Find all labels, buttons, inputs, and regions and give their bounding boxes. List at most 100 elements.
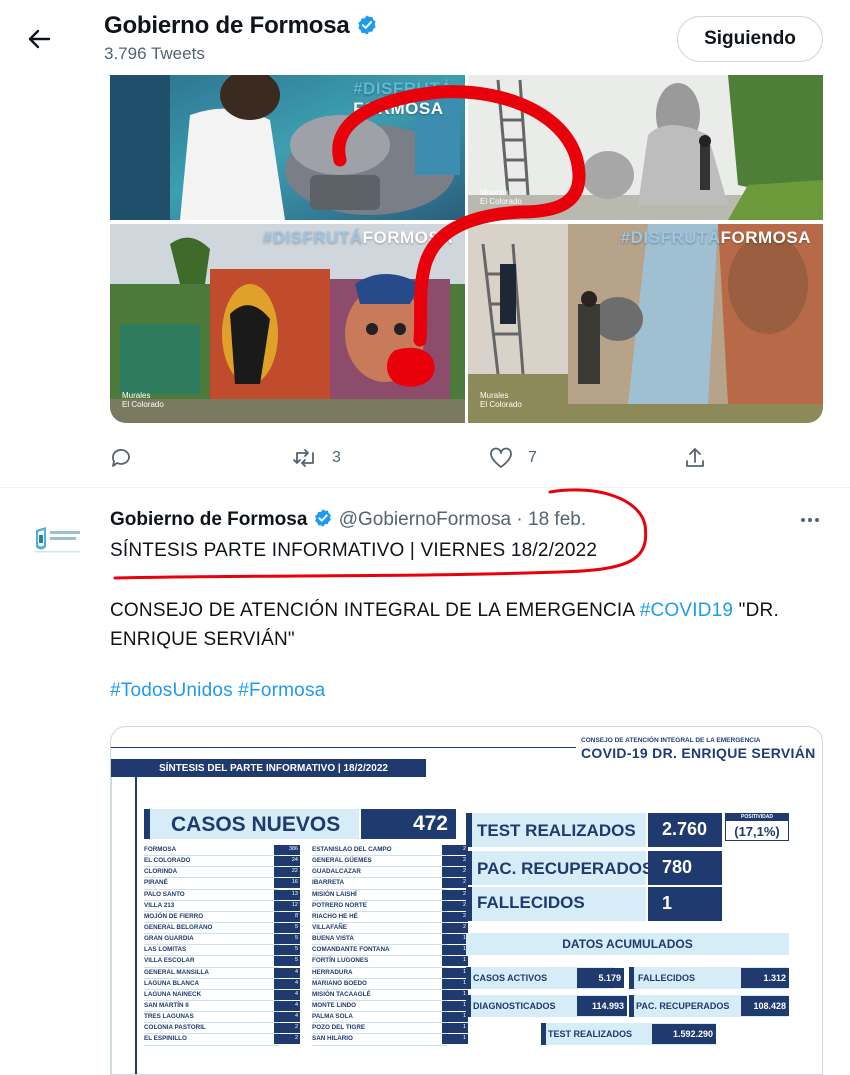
locality-count: 5	[274, 945, 300, 956]
locality-count: 2	[442, 856, 468, 867]
media-photo-1[interactable]: #DISFRUTÁ FORMOSA	[110, 75, 465, 220]
locality-count: 386	[274, 845, 300, 855]
tweet-image-card[interactable]: CONSEJO DE ATENCIÓN INTEGRAL DE LA EMERG…	[110, 726, 823, 1075]
tweet-date[interactable]: 18 feb.	[528, 509, 586, 530]
locality-count: 1	[442, 1034, 468, 1045]
tweet-divider	[0, 487, 850, 488]
accumulated-title: DATOS ACUMULADOS	[466, 933, 789, 955]
locality-name: SAN HILARIO	[312, 1035, 353, 1043]
media-photo-3[interactable]: #DISFRUTÁFORMOSA Murales El Colorado	[110, 224, 465, 423]
council-title: CONSEJO DE ATENCIÓN INTEGRAL DE LA EMERG…	[581, 737, 761, 744]
media-tag: #DISFRUTÁFORMOSA	[262, 228, 453, 247]
locality-name: MOJÓN DE FIERRO	[144, 912, 204, 920]
share-button[interactable]	[683, 440, 707, 476]
avatar[interactable]	[26, 520, 88, 562]
locality-count: 24	[274, 856, 300, 867]
locality-name: IBARRETA	[312, 879, 345, 887]
retweet-count: 3	[332, 449, 341, 466]
locality-name: COLONIA PASTORIL	[144, 1024, 206, 1032]
locality-count: 1	[442, 1000, 468, 1011]
verified-badge-icon	[315, 509, 332, 527]
localities-table: FORMOSA 386 ESTANISLAO DEL CAMPO 2 EL COLORA…	[144, 845, 468, 1046]
media-photo-2[interactable]: Murales El Colorado	[468, 75, 823, 220]
share-icon	[686, 448, 704, 467]
locality-name: GENERAL BELGRANO	[144, 923, 213, 931]
locality-count: 1	[442, 945, 468, 956]
locality-count: 4	[274, 978, 300, 989]
locality-count: 16	[274, 878, 300, 889]
locality-count: 4	[274, 1000, 300, 1011]
acc-tests-value: 1.592.290	[652, 1024, 716, 1044]
more-options-button[interactable]	[795, 508, 825, 532]
locality-row: SAN MARTÍN II 4 MONTE LINDO 1	[144, 1000, 468, 1013]
locality-count: 5	[274, 956, 300, 967]
locality-name: LAGUNA NAINECK	[144, 990, 202, 998]
locality-count: 1	[442, 956, 468, 967]
author-handle[interactable]: @GobiernoFormosa	[339, 509, 511, 530]
locality-name: MISIÓN LAISHÍ	[312, 890, 357, 898]
locality-row: GENERAL MANSILLA 4 HERRADURA 1	[144, 967, 468, 979]
locality-name: HERRADURA	[312, 968, 353, 976]
retweet-button[interactable]: 3	[292, 440, 341, 476]
card-border-line	[111, 777, 112, 1074]
locality-name: GRAN GUARDIA	[144, 935, 194, 943]
locality-name: MARIANO BOEDO	[312, 979, 367, 987]
locality-name: GENERAL GÜEMES	[312, 857, 372, 865]
locality-name: COMANDANTE FONTANA	[312, 946, 390, 954]
tweet-actions: 3 7	[0, 440, 850, 480]
tweet-body: CONSEJO DE ATENCIÓN INTEGRAL DE LA EMERG…	[110, 600, 779, 650]
back-button[interactable]	[24, 24, 54, 54]
locality-name: SAN MARTÍN II	[144, 1001, 189, 1009]
locality-name: GUADALCAZAR	[312, 868, 361, 876]
hashtag-covid19[interactable]: #COVID19	[640, 600, 733, 621]
locality-count: 2	[442, 845, 468, 855]
locality-count: 2	[442, 889, 468, 900]
locality-row: FORMOSA 386 ESTANISLAO DEL CAMPO 2	[144, 845, 468, 857]
locality-count: 2	[274, 1023, 300, 1034]
tweet-author-line: Gobierno de Formosa @GobiernoFormosa · 1…	[110, 508, 586, 531]
locality-name: ESTANISLAO DEL CAMPO	[312, 846, 392, 853]
tweet-hashtags[interactable]: #TodosUnidos #Formosa	[110, 680, 325, 702]
locality-count: 1	[442, 934, 468, 945]
tests-label: TEST REALIZADOS	[477, 821, 636, 840]
locality-count: 2	[442, 900, 468, 911]
locality-name: EL ESPINILLO	[144, 1035, 187, 1043]
locality-row: LAGUNA BLANCA 4 MARIANO BOEDO 1	[144, 978, 468, 990]
acc-recovered-value: 108.428	[741, 996, 789, 1016]
locality-name: LAS LOMITAS	[144, 946, 187, 954]
locality-name: PALMA SOLA	[312, 1013, 353, 1021]
arrow-left-icon	[28, 29, 51, 49]
retweet-icon	[293, 449, 314, 467]
locality-count: 2	[442, 867, 468, 878]
following-button[interactable]: Siguiendo	[677, 16, 823, 62]
like-button[interactable]: 7	[488, 440, 537, 476]
acc-deaths-label: FALLECIDOS	[638, 973, 696, 983]
media-tag: #DISFRUTÁFORMOSA	[353, 79, 453, 118]
tweet-headline: SÍNTESIS PARTE INFORMATIVO | VIERNES 18/…	[110, 540, 598, 561]
locality-row: TRES LAGUNAS 4 PALMA SOLA 1	[144, 1012, 468, 1024]
locality-name: FORMOSA	[144, 846, 177, 853]
locality-row: PIRANÉ 16 IBARRETA 2	[144, 878, 468, 890]
synthesis-bar: SÍNTESIS DEL PARTE INFORMATIVO | 18/2/20…	[111, 759, 426, 777]
acc-deaths-value: 1.312	[741, 968, 789, 988]
locality-row: LAGUNA NAINECK 4 MISIÓN TACAAGLÉ 1	[144, 989, 468, 1001]
locality-name: CLORINDA	[144, 868, 178, 876]
deaths-label: FALLECIDOS	[477, 893, 585, 912]
locality-count: 4	[274, 989, 300, 1000]
locality-name: PIRANÉ	[144, 879, 168, 887]
locality-count: 2	[442, 878, 468, 889]
locality-name: BUENA VISTA	[312, 935, 354, 943]
positivity-value: (17,1%)	[734, 824, 780, 839]
acc-diagnosed-value: 114.993	[577, 996, 627, 1016]
media-photo-4[interactable]: #DISFRUTÁFORMOSA Murales El Colorado	[468, 224, 823, 423]
row-underline	[312, 1044, 447, 1046]
locality-name: MISIÓN TACAAGLÉ	[312, 990, 371, 998]
locality-row: COLONIA PASTORIL 2 POZO DEL TIGRE 1	[144, 1023, 468, 1035]
tests-value: 2.760	[648, 813, 722, 847]
locality-name: VILLAFAÑE	[312, 923, 347, 931]
reply-button[interactable]	[109, 440, 147, 476]
verified-badge-icon	[357, 15, 376, 35]
author-name[interactable]: Gobierno de Formosa	[110, 509, 307, 530]
tweet-count: 3.796 Tweets	[104, 44, 205, 63]
locality-count: 1	[442, 967, 468, 978]
